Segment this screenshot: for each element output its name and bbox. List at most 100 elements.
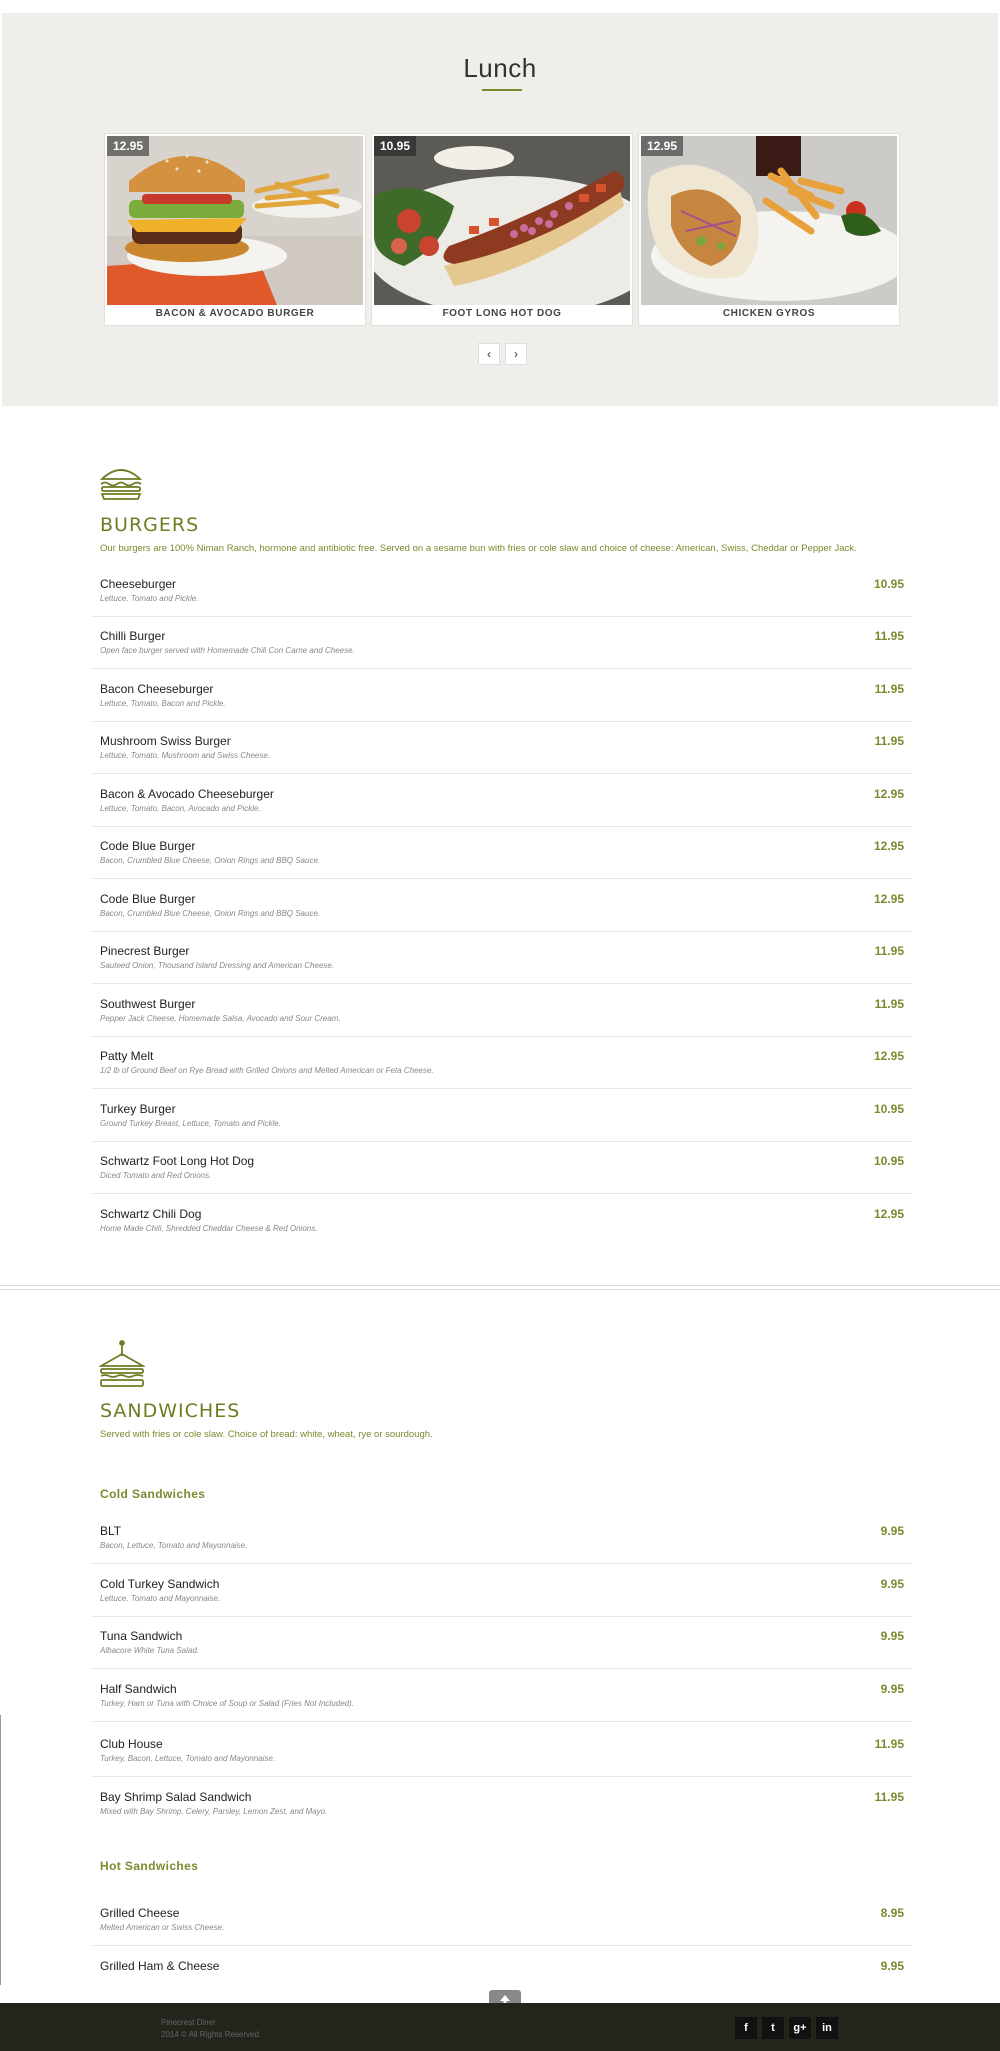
item-description: Lettuce, Tomato, Bacon, Avocado and Pick… xyxy=(100,804,261,813)
item-description: Bacon, Lettuce, Tomato and Mayonnaise. xyxy=(100,1541,248,1550)
card-title[interactable]: FOOT LONG HOT DOG xyxy=(374,305,630,323)
item-description: Albacore White Tuna Salad. xyxy=(100,1646,200,1655)
item-name: Half Sandwich xyxy=(100,1682,177,1696)
item-name: Club House xyxy=(100,1737,163,1751)
hot-sandwiches-heading: Hot Sandwiches xyxy=(100,1859,199,1873)
item-description: Lettuce, Tomato and Pickle. xyxy=(100,594,199,603)
item-description: Sauteed Onion, Thousand Island Dressing … xyxy=(100,961,335,970)
menu-item: BLT Bacon, Lettuce, Tomato and Mayonnais… xyxy=(92,1512,912,1564)
facebook-icon[interactable]: f xyxy=(735,2017,757,2039)
item-name: Chilli Burger xyxy=(100,629,166,643)
card-title[interactable]: BACON & AVOCADO BURGER xyxy=(107,305,363,323)
linkedin-icon[interactable]: in xyxy=(816,2017,838,2039)
item-description: Home Made Chili, Shredded Cheddar Cheese… xyxy=(100,1224,318,1233)
item-price: 10.95 xyxy=(873,577,904,591)
item-description: Diced Tomato and Red Onions. xyxy=(100,1171,212,1180)
item-name: Tuna Sandwich xyxy=(100,1629,183,1643)
menu-item: Club House Turkey, Bacon, Lettuce, Tomat… xyxy=(92,1725,912,1777)
item-description: Mixed with Bay Shrimp, Celery, Parsley, … xyxy=(100,1807,328,1816)
burger-icon xyxy=(99,463,143,506)
item-name: Southwest Burger xyxy=(100,997,196,1011)
lunch-card-burger[interactable]: 12.95 BACON & AVOCADO BURGER xyxy=(105,134,365,325)
lunch-card-chicken-gyros[interactable]: 12.95 CHICKEN GYROS xyxy=(639,134,899,325)
item-description: Lettuce, Tomato, Mushroom and Swiss Chee… xyxy=(100,751,271,760)
item-name: Code Blue Burger xyxy=(100,839,196,853)
menu-item: Code Blue Burger Bacon, Crumbled Blue Ch… xyxy=(92,880,912,932)
menu-item: Pinecrest Burger Sauteed Onion, Thousand… xyxy=(92,932,912,984)
item-price: 9.95 xyxy=(880,1524,904,1538)
item-price: 9.95 xyxy=(880,1629,904,1643)
item-price: 9.95 xyxy=(880,1959,904,1973)
item-name: Bay Shrimp Salad Sandwich xyxy=(100,1790,252,1804)
chicken-gyros-photo xyxy=(641,136,897,305)
item-price: 11.95 xyxy=(874,682,904,696)
item-description: Open face burger served with Homemade Ch… xyxy=(100,646,355,655)
item-name: Code Blue Burger xyxy=(100,892,196,906)
sandwich-icon xyxy=(97,1340,147,1393)
item-name: Grilled Ham & Cheese xyxy=(100,1959,220,1973)
burger-photo xyxy=(107,136,363,305)
item-price: 9.95 xyxy=(880,1577,904,1591)
item-name: Patty Melt xyxy=(100,1049,154,1063)
item-name: Schwartz Foot Long Hot Dog xyxy=(100,1154,255,1168)
menu-item: Bacon & Avocado Cheeseburger Lettuce, To… xyxy=(92,775,912,827)
item-price: 12.95 xyxy=(873,1207,904,1221)
item-name: Turkey Burger xyxy=(100,1102,176,1116)
item-name: Bacon & Avocado Cheeseburger xyxy=(100,787,274,801)
site-footer: Pinecrest Diner 2014 © All Rights Reserv… xyxy=(0,2003,1000,2051)
menu-item: Half Sandwich Turkey, Ham or Tuna with C… xyxy=(92,1670,912,1722)
item-description: Pepper Jack Cheese, Homemade Salsa, Avoc… xyxy=(100,1014,341,1023)
carousel-next-button[interactable]: › xyxy=(505,343,527,365)
card-title[interactable]: CHICKEN GYROS xyxy=(641,305,897,323)
menu-item: Grilled Cheese Melted American or Swiss … xyxy=(92,1894,912,1946)
item-name: Cold Turkey Sandwich xyxy=(100,1577,220,1591)
menu-item: Bacon Cheeseburger Lettuce, Tomato, Baco… xyxy=(92,670,912,722)
item-price: 11.95 xyxy=(874,629,904,643)
item-price: 11.95 xyxy=(874,1790,904,1804)
item-name: Cheeseburger xyxy=(100,577,177,591)
menu-item: Code Blue Burger Bacon, Crumbled Blue Ch… xyxy=(92,827,912,879)
item-price: 11.95 xyxy=(874,997,904,1011)
menu-item: Southwest Burger Pepper Jack Cheese, Hom… xyxy=(92,985,912,1037)
left-edge-line xyxy=(0,1715,1,1985)
item-price: 8.95 xyxy=(880,1906,904,1920)
item-name: Grilled Cheese xyxy=(100,1906,180,1920)
item-price: 12.95 xyxy=(873,839,904,853)
item-description: Lettuce, Tomato, Bacon and Pickle. xyxy=(100,699,226,708)
item-name: Schwartz Chili Dog xyxy=(100,1207,202,1221)
item-description: Bacon, Crumbled Blue Cheese, Onion Rings… xyxy=(100,909,321,918)
card-price-badge: 10.95 xyxy=(374,136,417,156)
menu-item: Chilli Burger Open face burger served wi… xyxy=(92,617,912,669)
item-description: Ground Turkey Breast, Lettuce, Tomato an… xyxy=(100,1119,281,1128)
item-price: 11.95 xyxy=(874,734,904,748)
hot-dog-photo xyxy=(374,136,630,305)
burgers-description: Our burgers are 100% Niman Ranch, hormon… xyxy=(100,543,857,554)
item-description: Lettuce, Tomato and Mayonnaise. xyxy=(100,1594,221,1603)
item-description: Melted American or Swiss Cheese. xyxy=(100,1923,225,1932)
item-price: 12.95 xyxy=(873,892,904,906)
item-price: 10.95 xyxy=(873,1154,904,1168)
menu-item: Bay Shrimp Salad Sandwich Mixed with Bay… xyxy=(92,1778,912,1830)
card-price-badge: 12.95 xyxy=(107,136,150,156)
card-price-badge: 12.95 xyxy=(641,136,684,156)
item-description: 1/2 lb of Ground Beef on Rye Bread with … xyxy=(100,1066,434,1075)
menu-item: Cold Turkey Sandwich Lettuce, Tomato and… xyxy=(92,1565,912,1617)
item-name: Pinecrest Burger xyxy=(100,944,190,958)
menu-item: Turkey Burger Ground Turkey Breast, Lett… xyxy=(92,1090,912,1142)
item-price: 9.95 xyxy=(880,1682,904,1696)
twitter-icon[interactable]: t xyxy=(762,2017,784,2039)
menu-item: Patty Melt 1/2 lb of Ground Beef on Rye … xyxy=(92,1037,912,1089)
menu-item: Cheeseburger Lettuce, Tomato and Pickle.… xyxy=(92,565,912,617)
carousel-prev-button[interactable]: ‹ xyxy=(478,343,500,365)
menu-item: Schwartz Chili Dog Home Made Chili, Shre… xyxy=(92,1195,912,1247)
cold-sandwiches-heading: Cold Sandwiches xyxy=(100,1487,206,1501)
item-price: 12.95 xyxy=(873,787,904,801)
lunch-card-hot-dog[interactable]: 10.95 FOOT LONG HOT DOG xyxy=(372,134,632,325)
lunch-carousel-section: Lunch 12.95 BACON & AVOCADO BURGER 10.95… xyxy=(2,13,998,406)
burgers-title: BURGERS xyxy=(100,514,200,536)
item-description: Turkey, Bacon, Lettuce, Tomato and Mayon… xyxy=(100,1754,276,1763)
item-description: Bacon, Crumbled Blue Cheese, Onion Rings… xyxy=(100,856,321,865)
menu-item: Mushroom Swiss Burger Lettuce, Tomato, M… xyxy=(92,722,912,774)
google-plus-icon[interactable]: g+ xyxy=(789,2017,811,2039)
sandwiches-description: Served with fries or cole slaw. Choice o… xyxy=(100,1429,433,1440)
